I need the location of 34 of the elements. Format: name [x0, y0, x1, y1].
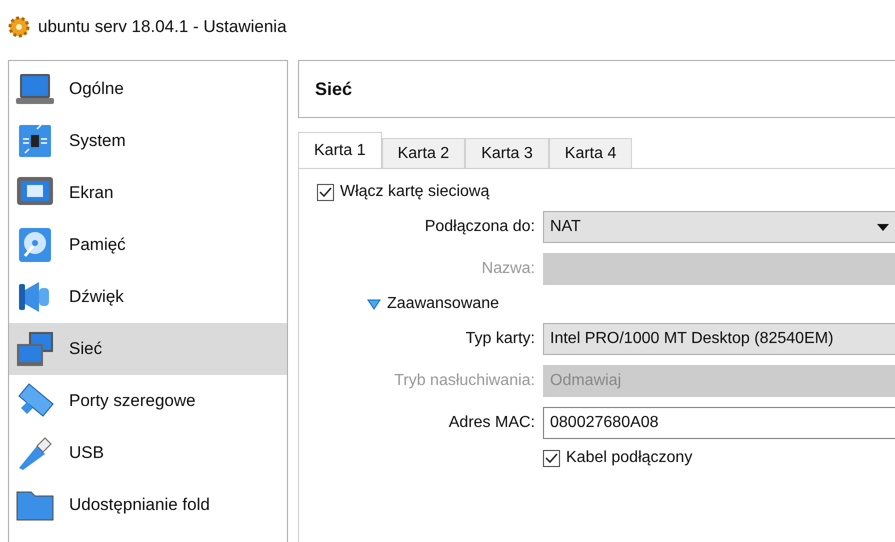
field-label: Nazwa: [480, 260, 535, 278]
expand-triangle-icon[interactable] [367, 298, 381, 310]
page-title: Sieć [298, 60, 895, 118]
sidebar-item[interactable]: Pamięć [9, 219, 287, 271]
caret-icon [877, 224, 889, 230]
checkbox-label: Włącz kartę sieciową [340, 183, 490, 201]
tab[interactable]: Karta 2 [382, 138, 466, 168]
sidebar-item[interactable]: Sieć [9, 323, 287, 375]
section-toggle-label[interactable]: Zaawansowane [387, 295, 500, 313]
field-label: Tryb nasłuchiwania: [393, 372, 535, 390]
field-label: Typ karty: [464, 330, 535, 348]
network-icon [15, 330, 55, 368]
input-field[interactable]: 080027680A08 [543, 407, 895, 439]
sidebar-item[interactable]: Ogólne [9, 63, 287, 115]
tab[interactable]: Karta 4 [548, 138, 632, 168]
checkbox[interactable] [317, 184, 334, 200]
sidebar-item[interactable]: Dźwięk [9, 271, 287, 323]
tab[interactable]: Karta 1 [298, 132, 382, 168]
laptop-icon [15, 71, 55, 107]
dropdown[interactable]: NAT [543, 211, 895, 243]
field-label: Podłączona do: [424, 218, 535, 236]
checkbox[interactable] [543, 450, 560, 466]
sidebar-item[interactable]: System [9, 115, 287, 167]
sidebar-item[interactable]: Porty szeregowe [9, 375, 287, 427]
window-title: ubuntu serv 18.04.1 - Ustawienia [38, 17, 287, 37]
tab[interactable]: Karta 3 [465, 138, 549, 168]
sidebar-item[interactable]: Udostępnianie fold [9, 479, 287, 531]
sidebar-item[interactable]: Ekran [9, 167, 287, 219]
chip-icon [17, 123, 53, 159]
sidebar-item[interactable]: USB [9, 427, 287, 479]
gear-icon [8, 16, 30, 38]
field-label: Adres MAC: [448, 414, 535, 432]
checkbox-label: Kabel podłączony [566, 449, 692, 467]
select-field[interactable]: Intel PRO/1000 MT Desktop (82540EM) [543, 323, 895, 355]
